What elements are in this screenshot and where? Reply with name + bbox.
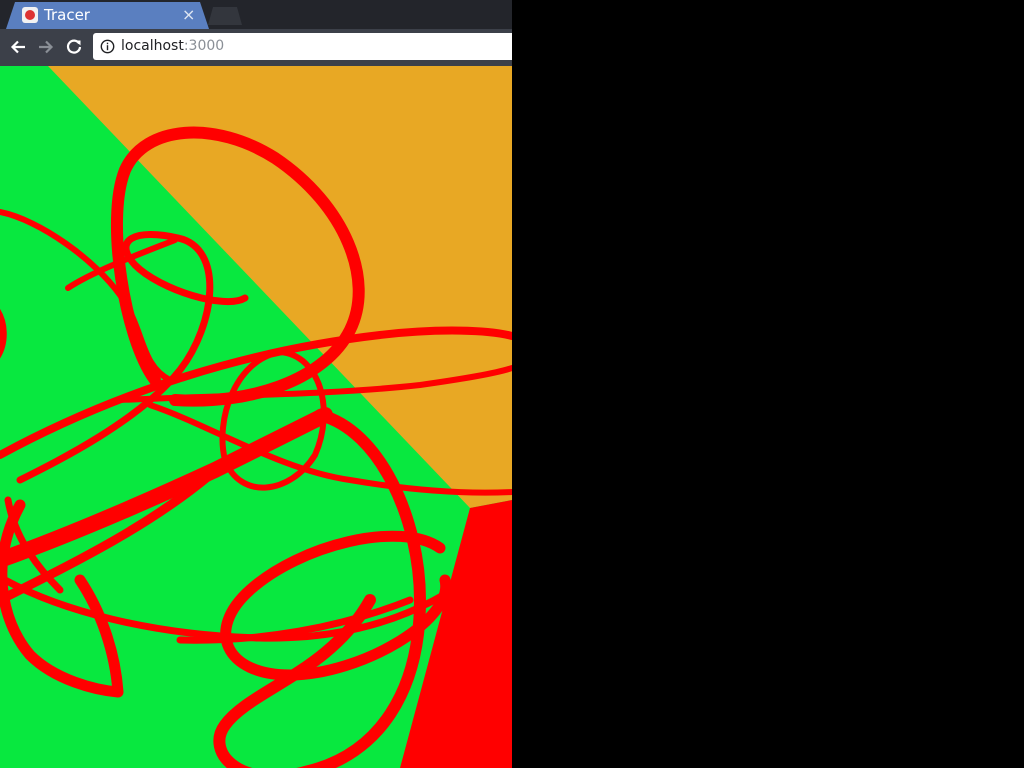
left-edge-stroke (0, 309, 7, 359)
heart-favicon-icon (22, 7, 38, 23)
browser-toolbar: localhost:3000 (0, 29, 512, 66)
close-tab-icon[interactable]: × (182, 5, 195, 25)
url-host: localhost (121, 38, 184, 54)
address-bar[interactable]: localhost:3000 (93, 33, 512, 60)
tab-tracer[interactable]: Tracer × (6, 2, 209, 29)
url-text: localhost:3000 (121, 38, 224, 54)
new-tab-button[interactable] (208, 7, 242, 25)
browser-window: Tracer × localhost:3000 (0, 0, 512, 768)
page-canvas[interactable] (0, 66, 512, 768)
reload-icon[interactable] (62, 35, 86, 59)
outside-area (512, 0, 1024, 768)
tab-title: Tracer (44, 6, 90, 24)
drawing-canvas[interactable] (0, 66, 512, 768)
url-port: :3000 (183, 38, 225, 54)
forward-arrow-icon[interactable] (34, 35, 58, 59)
info-icon[interactable] (100, 39, 115, 54)
tab-strip: Tracer × (0, 0, 512, 29)
back-arrow-icon[interactable] (6, 35, 30, 59)
